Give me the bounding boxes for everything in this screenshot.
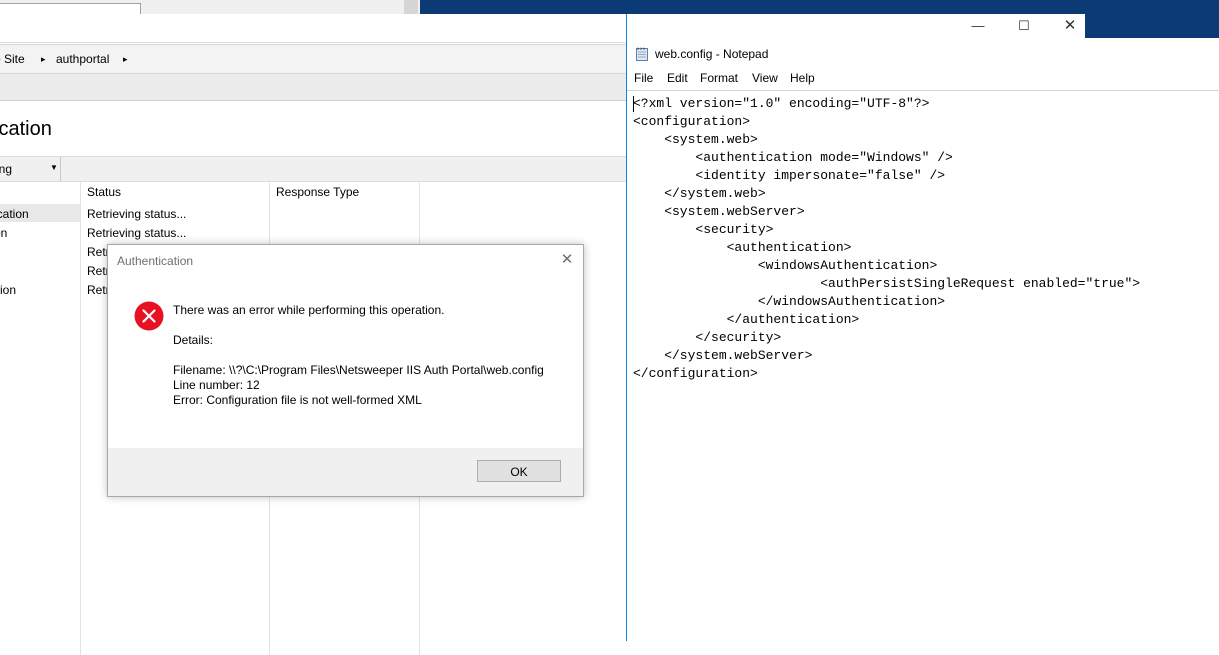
page-title: ication <box>0 118 52 140</box>
error-line-number: Line number: 12 <box>173 378 260 392</box>
authentication-error-dialog: Authentication ✕ There was an error whil… <box>107 244 584 497</box>
group-by-bar: ing ▼ <box>0 156 626 182</box>
notepad-titlebar: — ☐ ✕ <box>627 14 1219 38</box>
menu-format[interactable]: Format <box>700 71 738 85</box>
text-caret <box>633 96 634 112</box>
column-header-status[interactable]: Status <box>87 185 121 199</box>
close-icon[interactable]: ✕ <box>1055 16 1085 36</box>
row-name[interactable]: n <box>0 264 1 278</box>
close-icon[interactable]: ✕ <box>558 251 576 269</box>
row-name[interactable]: ication <box>0 207 29 221</box>
menu-view[interactable]: View <box>752 71 778 85</box>
error-message: There was an error while performing this… <box>173 303 445 317</box>
column-header-response-type[interactable]: Response Type <box>276 185 359 199</box>
top-scrollbar <box>404 0 418 14</box>
iis-toolbar <box>0 14 626 43</box>
editor-content[interactable]: <?xml version="1.0" encoding="UTF-8"?> <… <box>633 95 1140 383</box>
breadcrumb-site[interactable]: b Site <box>0 52 25 66</box>
row-status: Retrieving status... <box>87 226 187 240</box>
column-divider <box>80 180 81 655</box>
notepad-icon <box>636 47 648 61</box>
row-status: Retrieving status... <box>87 207 187 221</box>
notepad-header: web.config - Notepad <box>627 38 1219 68</box>
ok-button[interactable]: OK <box>477 460 561 482</box>
notepad-window: — ☐ ✕ web.config - Notepad File Edit For… <box>626 14 1219 642</box>
desktop-background <box>420 0 1219 14</box>
details-label: Details: <box>173 333 214 347</box>
row-name[interactable]: ition <box>0 283 16 297</box>
breadcrumb-arrow-icon[interactable]: ▸ <box>123 54 128 65</box>
group-by-value: ing <box>0 162 13 176</box>
notepad-title: web.config - Notepad <box>655 47 769 61</box>
breadcrumb-arrow-icon[interactable]: ▸ <box>41 54 46 65</box>
menu-bar: File Edit Format View Help <box>627 68 1219 90</box>
dialog-title: Authentication <box>117 254 194 268</box>
desktop-background <box>1085 14 1219 38</box>
breadcrumb-authportal[interactable]: authportal <box>56 52 109 66</box>
dialog-footer: OK <box>108 448 583 496</box>
desktop-strip <box>0 0 1219 14</box>
text-editor[interactable]: <?xml version="1.0" encoding="UTF-8"?> <… <box>627 90 1219 642</box>
row-name[interactable]: on <box>0 226 7 240</box>
minimize-icon[interactable]: — <box>963 16 993 36</box>
group-by-dropdown[interactable]: ing ▼ <box>0 157 61 181</box>
window-controls: — ☐ ✕ <box>945 14 1085 38</box>
breadcrumb: b Site ▸ authportal ▸ <box>0 44 626 74</box>
menu-edit[interactable]: Edit <box>667 71 688 85</box>
menu-file[interactable]: File <box>634 71 653 85</box>
maximize-icon[interactable]: ☐ <box>1009 16 1039 36</box>
error-detail: Error: Configuration file is not well-fo… <box>173 393 422 407</box>
error-icon <box>134 301 164 331</box>
iis-band <box>0 74 626 101</box>
chevron-down-icon: ▼ <box>50 163 58 172</box>
menu-help[interactable]: Help <box>790 71 815 85</box>
error-filename: Filename: \\?\C:\Program Files\Netsweepe… <box>173 363 544 377</box>
